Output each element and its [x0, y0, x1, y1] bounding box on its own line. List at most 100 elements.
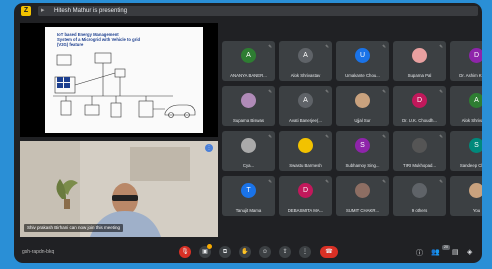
avatar: D: [298, 183, 313, 198]
participant-name: TIRI Mukhopad...: [403, 163, 436, 168]
people-count-badge: 20: [442, 245, 450, 250]
participant-name: Alok Shrivastav: [461, 118, 482, 123]
mic-muted-icon: ✎: [325, 89, 329, 94]
camera-icon[interactable]: ▣: [199, 244, 212, 258]
participant-tile[interactable]: ✎ Ujjal Sur: [336, 86, 389, 126]
end-call-icon[interactable]: ☎: [320, 246, 338, 258]
participant-name: Alok Shrivastav: [290, 73, 321, 78]
participant-name: Suparna Biswas: [232, 118, 265, 123]
participant-name: Swastu Barmesh: [289, 163, 322, 168]
raise-hand-icon[interactable]: ✋: [239, 246, 251, 258]
participant-tile[interactable]: ✎ U Umakante Chou...: [336, 41, 389, 81]
mic-off-icon[interactable]: 🎙: [179, 246, 191, 258]
presenting-banner: ▸ Hitesh Mathur is presenting: [38, 6, 478, 16]
speaker-caption: Shiv prakash Birhani can now join this m…: [24, 224, 124, 232]
participant-tile[interactable]: ✎ SUMIT CHAKR...: [336, 176, 389, 216]
participant-name: ANANYA BANER...: [230, 73, 267, 78]
participant-tile[interactable]: ✎ 9 others: [393, 176, 446, 216]
app-logo-icon: Z: [21, 6, 31, 16]
avatar: [355, 183, 370, 198]
avatar: [241, 93, 256, 108]
participant-name: 9 others: [411, 208, 428, 213]
present-icon[interactable]: ⇪: [279, 246, 291, 258]
avatar: [298, 138, 313, 153]
participant-tile[interactable]: ✎SSandeep Chakr...: [450, 131, 482, 171]
emoji-icon[interactable]: ☺: [259, 246, 271, 258]
mic-muted-icon: ✎: [325, 44, 329, 49]
top-bar: Z ▸ Hitesh Mathur is presenting: [14, 3, 482, 19]
participant-tile[interactable]: ✎ Cya...: [222, 131, 275, 171]
avatar: D: [469, 48, 482, 63]
participant-name: Tanujit Mama: [235, 208, 262, 213]
participant-name: Cya...: [242, 163, 255, 168]
mic-muted-icon: ✎: [439, 179, 443, 184]
mic-muted-icon: ✎: [382, 89, 386, 94]
participant-name: Avati Banerjee(...: [289, 118, 322, 123]
captions-icon[interactable]: ⧉: [219, 246, 231, 258]
mic-muted-icon: ✎: [382, 134, 386, 139]
participant-tile[interactable]: ✎You: [450, 176, 482, 216]
avatar: A: [469, 93, 482, 108]
avatar: [355, 93, 370, 108]
participant-tile[interactable]: ✎ D Dr. U.K. Choudh...: [393, 86, 446, 126]
presentation-view[interactable]: IoT based Energy Management System of a …: [20, 23, 218, 137]
mic-muted-icon: ✎: [382, 179, 386, 184]
more-options-icon[interactable]: ⋮: [205, 144, 213, 152]
mic-muted-icon: ✎: [439, 134, 443, 139]
avatar: [412, 183, 427, 198]
avatar: [241, 138, 256, 153]
participant-tile[interactable]: ✎ T Tanujit Mama: [222, 176, 275, 216]
mic-muted-icon: ✎: [268, 134, 272, 139]
presenting-icon: ▸: [41, 7, 45, 14]
participant-name: Ujjal Sur: [354, 118, 371, 123]
participant-tile[interactable]: ✎ Swastu Barmesh: [279, 131, 332, 171]
avatar: [469, 183, 482, 198]
participant-name: Suparna Pal: [407, 73, 432, 78]
slide-title: IoT based Energy Management System of a …: [57, 32, 141, 47]
mic-muted-icon: ✎: [268, 179, 272, 184]
speaker-video[interactable]: ⋮ Shiv prakash Birhani can now join this…: [20, 141, 218, 237]
presenting-text: Hitesh Mathur is presenting: [54, 8, 128, 14]
avatar: D: [412, 93, 427, 108]
people-icon[interactable]: 👥: [431, 248, 440, 256]
mic-muted-icon: ✎: [268, 89, 272, 94]
mic-muted-icon: ✎: [268, 44, 272, 49]
avatar: T: [241, 183, 256, 198]
info-icon[interactable]: ⓘ: [416, 248, 423, 258]
participant-tile[interactable]: ✎ Suparna Pal: [393, 41, 446, 81]
avatar: A: [241, 48, 256, 63]
meeting-code: gsh-rapdn-bkq: [22, 249, 55, 255]
participant-tile[interactable]: ✎ D DEBASMITA MA...: [279, 176, 332, 216]
participant-name: Dr. Ashim Kuma...: [459, 73, 482, 78]
participant-tile[interactable]: ✎ A Alok Shrivastav: [279, 41, 332, 81]
participant-tile[interactable]: ✎ TIRI Mukhopad...: [393, 131, 446, 171]
participant-tile[interactable]: ✎AAlok Shrivastav: [450, 86, 482, 126]
participant-name: Umakante Chou...: [345, 73, 380, 78]
avatar: A: [298, 93, 313, 108]
participant-tile[interactable]: ✎ S Subhamoy Sing...: [336, 131, 389, 171]
mic-muted-icon: ✎: [439, 89, 443, 94]
more-icon[interactable]: ⋮: [299, 246, 311, 258]
participant-tile[interactable]: ✎ A ANANYA BANER...: [222, 41, 275, 81]
participant-tile[interactable]: ✎DDr. Ashim Kuma...: [450, 41, 482, 81]
avatar: A: [298, 48, 313, 63]
avatar: [412, 48, 427, 63]
bottom-bar: gsh-rapdn-bkq 🎙 ▣ ⧉ ✋ ☺ ⇪ ⋮ ☎ ⓘ 👥 20 ▤ ◈: [14, 241, 482, 263]
avatar: S: [469, 138, 482, 153]
participant-name: You: [472, 208, 481, 213]
participant-name: Dr. U.K. Choudh...: [402, 118, 437, 123]
mic-muted-icon: ✎: [325, 179, 329, 184]
participant-tile[interactable]: ✎ A Avati Banerjee(...: [279, 86, 332, 126]
avatar: S: [355, 138, 370, 153]
participant-name: SUMIT CHAKR...: [345, 208, 380, 213]
chat-icon[interactable]: ▤: [452, 248, 459, 256]
microgrid-diagram: [53, 52, 196, 118]
participant-name: Subhamoy Sing...: [345, 163, 380, 168]
slide: IoT based Energy Management System of a …: [45, 27, 203, 133]
participant-name: Sandeep Chakr...: [459, 163, 482, 168]
mic-muted-icon: ✎: [325, 134, 329, 139]
mic-muted-icon: ✎: [439, 44, 443, 49]
avatar: [412, 138, 427, 153]
participant-tile[interactable]: ✎ Suparna Biswas: [222, 86, 275, 126]
activities-icon[interactable]: ◈: [467, 248, 472, 256]
